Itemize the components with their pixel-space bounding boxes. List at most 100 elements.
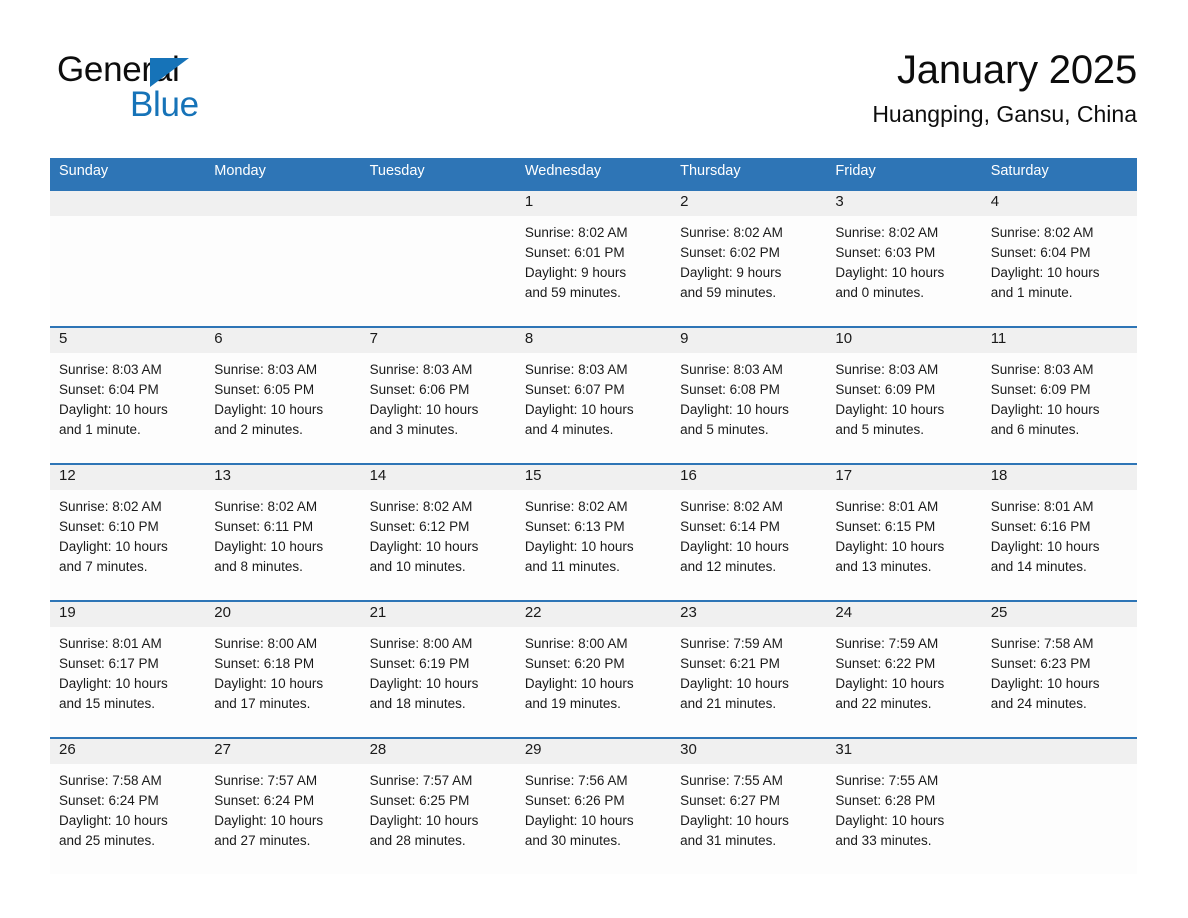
sunset-text: Sunset: 6:15 PM xyxy=(835,519,936,534)
day-cell[interactable]: Sunrise: 8:01 AM Sunset: 6:17 PM Dayligh… xyxy=(50,627,205,737)
day-cell[interactable]: Sunrise: 8:02 AM Sunset: 6:14 PM Dayligh… xyxy=(671,490,826,600)
calendar-week-row: 26 27 28 29 30 31 Sunrise: 7:58 AM Sunse… xyxy=(50,737,1137,874)
day-cell[interactable]: Sunrise: 7:57 AM Sunset: 6:25 PM Dayligh… xyxy=(361,764,516,874)
day-number[interactable]: 10 xyxy=(826,328,981,353)
sunrise-text: Sunrise: 8:00 AM xyxy=(369,636,473,651)
day-cell[interactable]: Sunrise: 8:00 AM Sunset: 6:20 PM Dayligh… xyxy=(516,627,671,737)
day-number[interactable]: 11 xyxy=(982,328,1137,353)
day-cell[interactable]: Sunrise: 8:02 AM Sunset: 6:10 PM Dayligh… xyxy=(50,490,205,600)
weekday-header-row: Sunday Monday Tuesday Wednesday Thursday… xyxy=(50,158,1137,189)
sunrise-text: Sunrise: 8:02 AM xyxy=(524,499,628,514)
day-cell[interactable]: Sunrise: 8:02 AM Sunset: 6:03 PM Dayligh… xyxy=(826,216,981,326)
day-number[interactable]: 24 xyxy=(826,602,981,627)
day-cell[interactable]: Sunrise: 7:59 AM Sunset: 6:22 PM Dayligh… xyxy=(826,627,981,737)
daylight-text-line1: Daylight: 10 hours xyxy=(835,402,945,417)
day-number[interactable]: 2 xyxy=(671,191,826,216)
day-number[interactable] xyxy=(982,739,1137,764)
day-number[interactable]: 23 xyxy=(671,602,826,627)
day-cell[interactable]: Sunrise: 7:59 AM Sunset: 6:21 PM Dayligh… xyxy=(671,627,826,737)
day-number[interactable]: 21 xyxy=(361,602,516,627)
day-cell[interactable]: Sunrise: 8:01 AM Sunset: 6:16 PM Dayligh… xyxy=(982,490,1137,600)
sunset-text: Sunset: 6:25 PM xyxy=(369,793,470,808)
daylight-text-line2: and 3 minutes. xyxy=(369,422,459,437)
day-number[interactable]: 8 xyxy=(516,328,671,353)
page-header: General Blue January 2025 Huangping, Gan… xyxy=(0,0,1188,152)
day-number[interactable]: 9 xyxy=(671,328,826,353)
daylight-text-line1: Daylight: 10 hours xyxy=(990,676,1100,691)
day-cell[interactable]: Sunrise: 8:02 AM Sunset: 6:01 PM Dayligh… xyxy=(516,216,671,326)
day-number[interactable]: 29 xyxy=(516,739,671,764)
day-number[interactable]: 25 xyxy=(982,602,1137,627)
daylight-text-line2: and 21 minutes. xyxy=(680,696,777,711)
day-number[interactable]: 26 xyxy=(50,739,205,764)
sunset-text: Sunset: 6:03 PM xyxy=(835,245,936,260)
day-cell[interactable] xyxy=(205,216,360,326)
day-cell[interactable]: Sunrise: 8:01 AM Sunset: 6:15 PM Dayligh… xyxy=(826,490,981,600)
day-cell[interactable]: Sunrise: 8:03 AM Sunset: 6:05 PM Dayligh… xyxy=(205,353,360,463)
day-number[interactable]: 14 xyxy=(361,465,516,490)
daylight-text-line2: and 18 minutes. xyxy=(369,696,466,711)
day-cell[interactable] xyxy=(361,216,516,326)
day-cell[interactable]: Sunrise: 7:58 AM Sunset: 6:24 PM Dayligh… xyxy=(50,764,205,874)
day-number[interactable]: 15 xyxy=(516,465,671,490)
day-cell[interactable]: Sunrise: 8:03 AM Sunset: 6:09 PM Dayligh… xyxy=(982,353,1137,463)
day-cell[interactable]: Sunrise: 7:57 AM Sunset: 6:24 PM Dayligh… xyxy=(205,764,360,874)
day-number[interactable]: 16 xyxy=(671,465,826,490)
day-number[interactable]: 30 xyxy=(671,739,826,764)
daylight-text-line2: and 33 minutes. xyxy=(835,833,932,848)
day-number[interactable] xyxy=(205,191,360,216)
day-cell[interactable]: Sunrise: 8:03 AM Sunset: 6:07 PM Dayligh… xyxy=(516,353,671,463)
page-subtitle: Huangping, Gansu, China xyxy=(872,101,1137,127)
weekday-header-monday: Monday xyxy=(214,163,266,179)
day-number[interactable] xyxy=(361,191,516,216)
daylight-text-line1: Daylight: 10 hours xyxy=(524,676,634,691)
day-cell[interactable] xyxy=(982,764,1137,874)
day-cell[interactable]: Sunrise: 8:03 AM Sunset: 6:06 PM Dayligh… xyxy=(361,353,516,463)
day-number[interactable]: 20 xyxy=(205,602,360,627)
day-cell[interactable]: Sunrise: 8:03 AM Sunset: 6:08 PM Dayligh… xyxy=(671,353,826,463)
daylight-text-line1: Daylight: 10 hours xyxy=(369,402,479,417)
day-cell[interactable]: Sunrise: 8:02 AM Sunset: 6:11 PM Dayligh… xyxy=(205,490,360,600)
day-cell[interactable]: Sunrise: 8:00 AM Sunset: 6:19 PM Dayligh… xyxy=(361,627,516,737)
daylight-text-line1: Daylight: 10 hours xyxy=(990,539,1100,554)
day-number[interactable]: 12 xyxy=(50,465,205,490)
day-number[interactable]: 27 xyxy=(205,739,360,764)
day-number[interactable]: 18 xyxy=(982,465,1137,490)
sunset-text: Sunset: 6:27 PM xyxy=(680,793,780,808)
sunrise-text: Sunrise: 8:03 AM xyxy=(835,362,939,377)
day-number[interactable]: 13 xyxy=(205,465,360,490)
day-number[interactable]: 31 xyxy=(826,739,981,764)
day-cell[interactable]: Sunrise: 7:56 AM Sunset: 6:26 PM Dayligh… xyxy=(516,764,671,874)
daylight-text-line2: and 12 minutes. xyxy=(680,559,777,574)
day-number[interactable]: 5 xyxy=(50,328,205,353)
day-number[interactable]: 4 xyxy=(982,191,1137,216)
day-number[interactable]: 17 xyxy=(826,465,981,490)
day-cell[interactable] xyxy=(50,216,205,326)
daylight-text-line1: Daylight: 10 hours xyxy=(835,676,945,691)
day-cell[interactable]: Sunrise: 7:55 AM Sunset: 6:28 PM Dayligh… xyxy=(826,764,981,874)
day-cell[interactable]: Sunrise: 7:55 AM Sunset: 6:27 PM Dayligh… xyxy=(671,764,826,874)
day-number[interactable]: 7 xyxy=(361,328,516,353)
day-cell[interactable]: Sunrise: 8:02 AM Sunset: 6:12 PM Dayligh… xyxy=(361,490,516,600)
day-number[interactable]: 3 xyxy=(826,191,981,216)
day-cell[interactable]: Sunrise: 8:02 AM Sunset: 6:04 PM Dayligh… xyxy=(982,216,1137,326)
day-cell[interactable]: Sunrise: 8:03 AM Sunset: 6:09 PM Dayligh… xyxy=(826,353,981,463)
day-cell[interactable]: Sunrise: 8:03 AM Sunset: 6:04 PM Dayligh… xyxy=(50,353,205,463)
day-number[interactable]: 6 xyxy=(205,328,360,353)
logo-triangle-icon xyxy=(150,58,189,87)
day-cell[interactable]: Sunrise: 8:02 AM Sunset: 6:13 PM Dayligh… xyxy=(516,490,671,600)
day-cell[interactable]: Sunrise: 8:00 AM Sunset: 6:18 PM Dayligh… xyxy=(205,627,360,737)
day-cell[interactable]: Sunrise: 8:02 AM Sunset: 6:02 PM Dayligh… xyxy=(671,216,826,326)
weekday-header-tuesday: Tuesday xyxy=(369,163,425,179)
day-number[interactable] xyxy=(50,191,205,216)
sunrise-text: Sunrise: 8:03 AM xyxy=(59,362,162,377)
sunrise-text: Sunrise: 7:57 AM xyxy=(369,773,473,788)
day-number[interactable]: 28 xyxy=(361,739,516,764)
sunrise-text: Sunrise: 7:55 AM xyxy=(835,773,939,788)
day-cell[interactable]: Sunrise: 7:58 AM Sunset: 6:23 PM Dayligh… xyxy=(982,627,1137,737)
sunset-text: Sunset: 6:23 PM xyxy=(990,656,1091,671)
day-number[interactable]: 19 xyxy=(50,602,205,627)
sunset-text: Sunset: 6:11 PM xyxy=(214,519,314,534)
day-number[interactable]: 22 xyxy=(516,602,671,627)
day-number[interactable]: 1 xyxy=(516,191,671,216)
